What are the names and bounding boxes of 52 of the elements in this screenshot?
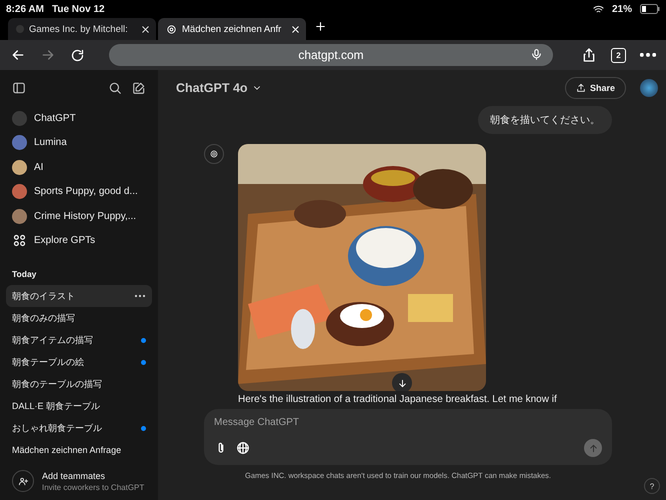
- more-icon: [640, 53, 656, 57]
- footer-title[interactable]: Add teammates: [42, 470, 144, 480]
- microphone-icon: [530, 48, 543, 61]
- status-time: 8:26 AM: [6, 4, 44, 14]
- upload-icon: [576, 83, 586, 93]
- tab-count[interactable]: 2: [611, 48, 626, 62]
- sidebar-item[interactable]: AI: [6, 155, 152, 180]
- share-icon: [581, 47, 597, 63]
- grid-icon: [12, 233, 27, 248]
- chat-item[interactable]: 朝食のイラスト: [6, 285, 152, 307]
- model-selector[interactable]: ChatGPT 4o: [176, 81, 248, 95]
- status-date: Tue Nov 12: [52, 4, 105, 14]
- new-tab-icon: [314, 20, 327, 33]
- section-title: Today: [11, 268, 38, 281]
- address-bar[interactable]: chatgpt.com: [109, 44, 553, 66]
- people-icon: [18, 476, 28, 486]
- user-avatar[interactable]: [640, 79, 658, 97]
- battery-icon: [640, 4, 660, 14]
- chat-item[interactable]: 朝食テーブルの絵: [6, 351, 152, 373]
- browser-tab[interactable]: Games Inc. by Mitchell:: [8, 18, 156, 40]
- share-button[interactable]: Share: [564, 77, 626, 99]
- sidebar-toggle-icon: [12, 81, 26, 95]
- more-icon[interactable]: [134, 294, 146, 298]
- site-icon: [16, 25, 24, 33]
- arrow-up-icon: [588, 442, 598, 454]
- sidebar-item[interactable]: Explore GPTs: [6, 228, 152, 253]
- battery-percent: 21%: [612, 4, 632, 14]
- chat-item[interactable]: おしゃれ朝食テーブル: [6, 417, 152, 439]
- chat-item[interactable]: 朝食のみの描写: [6, 307, 152, 329]
- message-field[interactable]: Message ChatGPT: [214, 417, 602, 428]
- sidebar-item[interactable]: Crime History Puppy,...: [6, 204, 152, 228]
- user-message: 朝食を描いてください。: [478, 106, 612, 134]
- globe-icon: [236, 441, 250, 455]
- chat-item[interactable]: DALL·E 朝食テーブル: [6, 395, 152, 417]
- download-icon: [396, 378, 408, 388]
- chat-item[interactable]: Mädchen zeichnen Anfrage: [6, 439, 152, 461]
- wifi-icon: [592, 4, 604, 14]
- sidebar-item[interactable]: Lumina: [6, 130, 152, 155]
- footer-subtitle: Invite coworkers to ChatGPT: [42, 482, 144, 492]
- chat-item[interactable]: 朝食のテーブルの描写: [6, 373, 152, 395]
- sidebar-item[interactable]: ChatGPT: [6, 106, 152, 130]
- sidebar-item[interactable]: Sports Puppy, good d...: [6, 180, 152, 204]
- assistant-message: Here's the illustration of a traditional Japanese breakfast. Let me know if: [238, 394, 558, 405]
- close-icon: [140, 24, 151, 34]
- close-icon: [290, 24, 301, 34]
- browser-tab[interactable]: Mädchen zeichnen Anfr: [158, 18, 306, 40]
- reload-icon: [70, 48, 85, 62]
- chat-item[interactable]: 朝食アイテムの描写: [6, 329, 152, 351]
- send-button[interactable]: [584, 439, 602, 457]
- search-icon: [108, 81, 122, 95]
- help-button[interactable]: ?: [644, 478, 660, 494]
- new-chat-icon: [132, 81, 146, 95]
